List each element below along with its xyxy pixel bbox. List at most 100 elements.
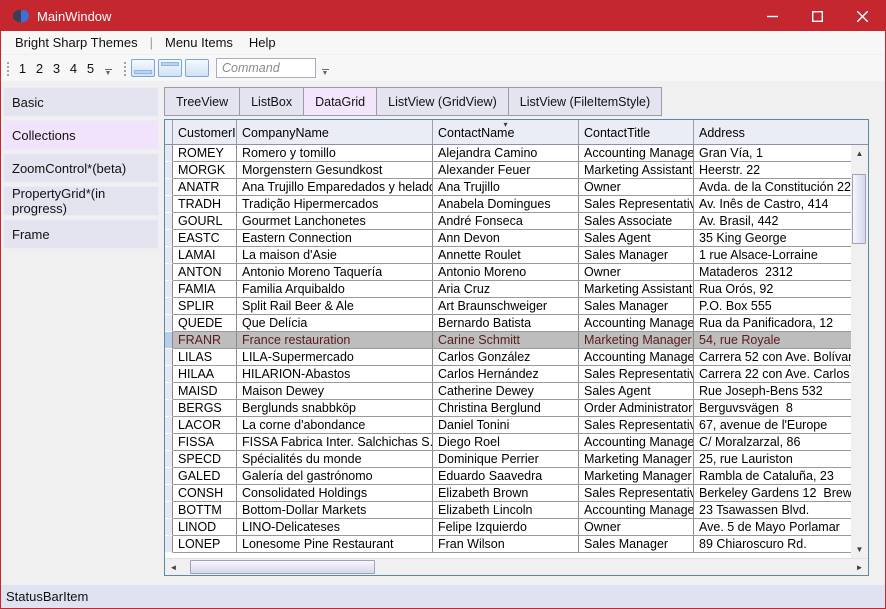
table-row[interactable]: BERGSBerglunds snabbköpChristina Berglun… [165,400,851,417]
table-cell[interactable]: Gourmet Lanchonetes [237,213,433,229]
table-cell[interactable]: Heerstr. 22 [694,162,851,178]
table-cell[interactable]: LILA-Supermercado [237,349,433,365]
table-cell[interactable]: 23 Tsawassen Blvd. [694,502,851,518]
table-cell[interactable]: Morgenstern Gesundkost [237,162,433,178]
table-cell[interactable]: Marketing Manager [579,332,694,348]
table-row[interactable]: SPLIRSplit Rail Beer & AleArt Braunschwe… [165,298,851,315]
table-cell[interactable]: Av. Inês de Castro, 414 [694,196,851,212]
row-header[interactable] [165,366,173,383]
table-cell[interactable]: Galería del gastrónomo [237,468,433,484]
row-header[interactable] [165,264,173,281]
row-header[interactable] [165,247,173,264]
table-cell[interactable]: Carlos Hernández [433,366,579,382]
row-header[interactable] [165,281,173,298]
row-header[interactable] [165,213,173,230]
table-cell[interactable]: LACOR [173,417,237,433]
scroll-up-icon[interactable]: ▲ [851,145,868,162]
table-cell[interactable]: Bernardo Batista [433,315,579,331]
table-cell[interactable]: Gran Vía, 1 [694,145,851,161]
table-cell[interactable]: Owner [579,179,694,195]
table-row[interactable]: BOTTMBottom-Dollar MarketsElizabeth Linc… [165,502,851,519]
table-row[interactable]: ANATRAna Trujillo Emparedados y heladosA… [165,179,851,196]
table-cell[interactable]: Bottom-Dollar Markets [237,502,433,518]
table-cell[interactable]: Tradição Hipermercados [237,196,433,212]
table-cell[interactable]: Rue Joseph-Bens 532 [694,383,851,399]
table-cell[interactable]: Carine Schmitt [433,332,579,348]
command-input[interactable] [216,58,316,78]
table-cell[interactable]: HILAA [173,366,237,382]
vertical-scroll-track[interactable] [851,162,868,541]
table-cell[interactable]: 35 King George [694,230,851,246]
column-header-companyname[interactable]: CompanyName [237,120,433,144]
table-cell[interactable]: Split Rail Beer & Ale [237,298,433,314]
table-cell[interactable]: Rambla de Cataluña, 23 [694,468,851,484]
scroll-right-icon[interactable]: ► [851,559,868,576]
table-cell[interactable]: Familia Arquibaldo [237,281,433,297]
toolbar-button-4[interactable]: 4 [65,58,82,78]
row-header[interactable] [165,519,173,536]
table-row[interactable]: EASTCEastern ConnectionAnn DevonSales Ag… [165,230,851,247]
table-cell[interactable]: BERGS [173,400,237,416]
table-cell[interactable]: Eduardo Saavedra [433,468,579,484]
table-cell[interactable]: Sales Agent [579,230,694,246]
table-cell[interactable]: Sales Agent [579,383,694,399]
table-cell[interactable]: MORGK [173,162,237,178]
table-cell[interactable]: Berkeley Gardens 12 Brewery [694,485,851,501]
table-row[interactable]: CONSHConsolidated HoldingsElizabeth Brow… [165,485,851,502]
table-cell[interactable]: Carrera 22 con Ave. Carlos Sou [694,366,851,382]
table-cell[interactable]: LINOD [173,519,237,535]
table-row[interactable]: QUEDEQue DelíciaBernardo BatistaAccounti… [165,315,851,332]
table-cell[interactable]: Owner [579,264,694,280]
row-header[interactable] [165,349,173,366]
table-cell[interactable]: Av. Brasil, 442 [694,213,851,229]
table-cell[interactable]: Accounting Manager [579,434,694,450]
datagrid-corner[interactable] [165,120,173,144]
table-row[interactable]: LONEPLonesome Pine RestaurantFran Wilson… [165,536,851,553]
table-cell[interactable]: Dominique Perrier [433,451,579,467]
table-row[interactable]: LINODLINO-DelicatesesFelipe IzquierdoOwn… [165,519,851,536]
table-cell[interactable]: Sales Manager [579,536,694,552]
row-header[interactable] [165,451,173,468]
menu-bright-sharp-themes[interactable]: Bright Sharp Themes [7,31,146,54]
horizontal-scrollbar[interactable]: ◄ ► [165,558,868,575]
table-cell[interactable]: Marketing Assistant [579,162,694,178]
table-cell[interactable]: Ana Trujillo [433,179,579,195]
table-row[interactable]: FRANRFrance restaurationCarine SchmittMa… [165,332,851,349]
horizontal-scroll-thumb[interactable] [190,560,375,574]
row-header[interactable] [165,298,173,315]
toolbar-button-5[interactable]: 5 [82,58,99,78]
toolbar-button-1[interactable]: 1 [14,58,31,78]
table-cell[interactable]: Aria Cruz [433,281,579,297]
toolbar-button-2[interactable]: 2 [31,58,48,78]
table-cell[interactable]: Accounting Manager [579,145,694,161]
table-cell[interactable]: Daniel Tonini [433,417,579,433]
table-cell[interactable]: Accounting Manager [579,349,694,365]
table-cell[interactable]: EASTC [173,230,237,246]
toolbar-overflow-icon[interactable]: ▼ [319,58,331,78]
table-cell[interactable]: Antonio Moreno Taquería [237,264,433,280]
layout-window-icon-3[interactable] [185,59,209,77]
tab-datagrid[interactable]: DataGrid [303,87,376,116]
table-cell[interactable]: Elizabeth Lincoln [433,502,579,518]
table-row[interactable]: FISSAFISSA Fabrica Inter. Salchichas S.A… [165,434,851,451]
table-cell[interactable]: FRANR [173,332,237,348]
row-header[interactable] [165,196,173,213]
table-cell[interactable]: Maison Dewey [237,383,433,399]
table-cell[interactable]: C/ Moralzarzal, 86 [694,434,851,450]
row-header[interactable] [165,502,173,519]
scroll-down-icon[interactable]: ▼ [851,541,868,558]
table-cell[interactable]: Marketing Manager [579,451,694,467]
minimize-button[interactable] [750,1,795,31]
table-cell[interactable]: Accounting Manager [579,502,694,518]
table-row[interactable]: MORGKMorgenstern GesundkostAlexander Feu… [165,162,851,179]
sidebar-item-collections[interactable]: Collections [3,120,159,150]
row-header[interactable] [165,434,173,451]
table-cell[interactable]: SPECD [173,451,237,467]
row-header[interactable] [165,230,173,247]
sidebar-item-zoomcontrol[interactable]: ZoomControl*(beta) [3,153,159,183]
table-cell[interactable]: Owner [579,519,694,535]
tab-treeview[interactable]: TreeView [164,87,239,116]
table-row[interactable]: ANTONAntonio Moreno TaqueríaAntonio More… [165,264,851,281]
column-header-address[interactable]: Address [694,120,868,144]
toolbar-grip-icon[interactable] [122,60,127,76]
